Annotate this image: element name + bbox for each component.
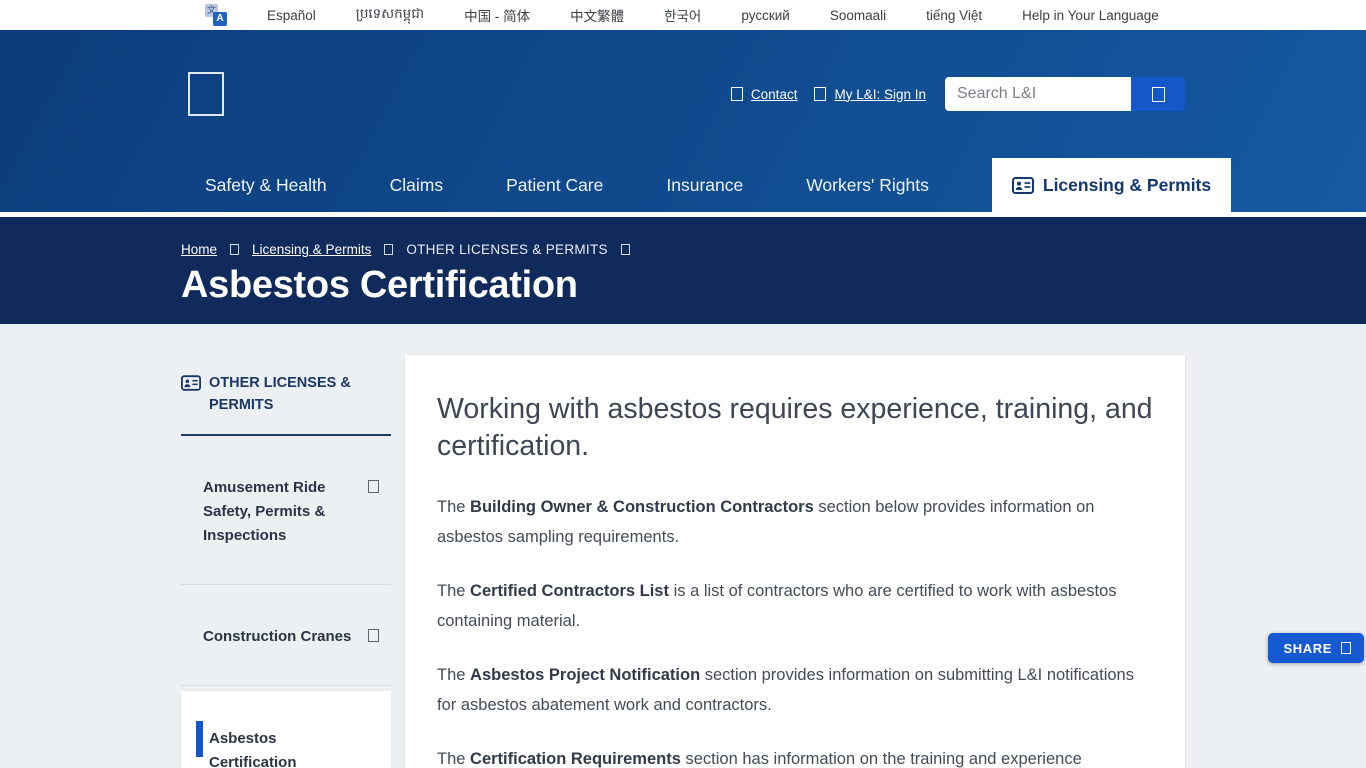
- signin-icon: [814, 87, 826, 101]
- paragraph-building-owner: The Building Owner & Construction Contra…: [437, 492, 1153, 552]
- id-card-icon: [181, 375, 201, 391]
- language-link-somali[interactable]: Soomaali: [830, 8, 886, 23]
- id-card-icon: [1012, 177, 1034, 194]
- help-in-your-language-link[interactable]: Help in Your Language: [1022, 8, 1159, 23]
- active-indicator-bar: [196, 721, 203, 757]
- nav-item-licensing-permits-active[interactable]: Licensing & Permits: [992, 158, 1231, 212]
- contact-icon: [731, 87, 743, 101]
- lni-logo-placeholder[interactable]: [188, 72, 224, 116]
- breadcrumb-home-link[interactable]: Home: [181, 242, 217, 257]
- nav-item-safety-health[interactable]: Safety & Health: [205, 158, 327, 212]
- sidebar-item-label: Amusement Ride Safety, Permits & Inspect…: [203, 476, 353, 548]
- language-link-vietnamese[interactable]: tiếng Việt: [926, 8, 982, 23]
- language-bar: 文 A Español ប្រទេសកម្ពុជា 中国 - 简体 中文繁體 한…: [0, 0, 1366, 30]
- chevron-icon: [368, 629, 379, 642]
- sidebar-divider: [181, 685, 391, 686]
- language-link-spanish[interactable]: Español: [267, 8, 316, 23]
- paragraph-certification-requirements: The Certification Requirements section h…: [437, 744, 1153, 768]
- language-link-russian[interactable]: русский: [741, 8, 789, 23]
- contact-group: Contact: [731, 87, 798, 102]
- chevron-icon: [368, 480, 379, 493]
- paragraph-project-notification: The Asbestos Project Notification sectio…: [437, 660, 1153, 720]
- page-hero: Home Licensing & Permits OTHER LICENSES …: [0, 217, 1366, 324]
- site-header: Contact My L&I: Sign In Safety & Health …: [0, 30, 1366, 212]
- breadcrumb: Home Licensing & Permits OTHER LICENSES …: [181, 217, 1185, 257]
- my-lni-sign-in-link[interactable]: My L&I: Sign In: [834, 87, 926, 102]
- share-icon: [1341, 642, 1351, 654]
- breadcrumb-section-link[interactable]: Licensing & Permits: [252, 242, 371, 257]
- nav-item-claims[interactable]: Claims: [390, 158, 443, 212]
- sidebar-header: OTHER LICENSES & PERMITS: [181, 324, 391, 417]
- search-input[interactable]: [945, 77, 1131, 111]
- nav-item-workers-rights[interactable]: Workers' Rights: [806, 158, 929, 212]
- language-link-chinese-simplified[interactable]: 中国 - 简体: [464, 5, 530, 25]
- sidebar-item-label: Construction Cranes: [203, 625, 351, 649]
- page-title: Asbestos Certification: [181, 264, 1185, 307]
- sidebar-header-label: OTHER LICENSES & PERMITS: [209, 372, 391, 417]
- language-link-khmer[interactable]: ប្រទេសកម្ពុជា: [356, 5, 424, 25]
- share-button-label: SHARE: [1283, 641, 1332, 656]
- main-navigation: Safety & Health Claims Patient Care Insu…: [181, 158, 1185, 212]
- content-heading: Working with asbestos requires experienc…: [437, 391, 1153, 465]
- language-link-chinese-traditional[interactable]: 中文繁體: [570, 5, 624, 25]
- sidebar-item-amusement-ride[interactable]: Amusement Ride Safety, Permits & Inspect…: [181, 436, 391, 584]
- bold-term: Asbestos Project Notification: [470, 666, 700, 684]
- breadcrumb-current: OTHER LICENSES & PERMITS: [406, 242, 608, 257]
- breadcrumb-separator-icon: [384, 244, 393, 255]
- sidebar: OTHER LICENSES & PERMITS Amusement Ride …: [181, 324, 391, 768]
- content-area: OTHER LICENSES & PERMITS Amusement Ride …: [181, 324, 1185, 768]
- main-content-card: Working with asbestos requires experienc…: [405, 355, 1185, 768]
- nav-item-patient-care[interactable]: Patient Care: [506, 158, 603, 212]
- bold-term: Certified Contractors List: [470, 582, 669, 600]
- nav-active-label: Licensing & Permits: [1043, 175, 1211, 196]
- paragraph-certified-contractors: The Certified Contractors List is a list…: [437, 576, 1153, 636]
- search-bar: [945, 77, 1185, 111]
- sidebar-item-asbestos-certification[interactable]: Asbestos Certification: [181, 691, 391, 768]
- bold-term: Certification Requirements: [470, 750, 681, 768]
- signin-group: My L&I: Sign In: [814, 87, 926, 102]
- sidebar-item-label: Asbestos Certification: [209, 727, 359, 768]
- language-link-korean[interactable]: 한국어: [664, 5, 701, 25]
- breadcrumb-separator-icon: [230, 244, 239, 255]
- contact-link[interactable]: Contact: [751, 87, 798, 102]
- bold-term: Building Owner & Construction Contractor…: [470, 498, 814, 516]
- search-icon: [1152, 87, 1165, 102]
- breadcrumb-trailing-icon: [621, 244, 630, 255]
- share-button[interactable]: SHARE: [1268, 633, 1364, 663]
- nav-item-insurance[interactable]: Insurance: [666, 158, 743, 212]
- translate-icon: 文 A: [205, 4, 227, 26]
- search-button[interactable]: [1131, 77, 1185, 111]
- sidebar-item-construction-cranes[interactable]: Construction Cranes: [181, 585, 391, 685]
